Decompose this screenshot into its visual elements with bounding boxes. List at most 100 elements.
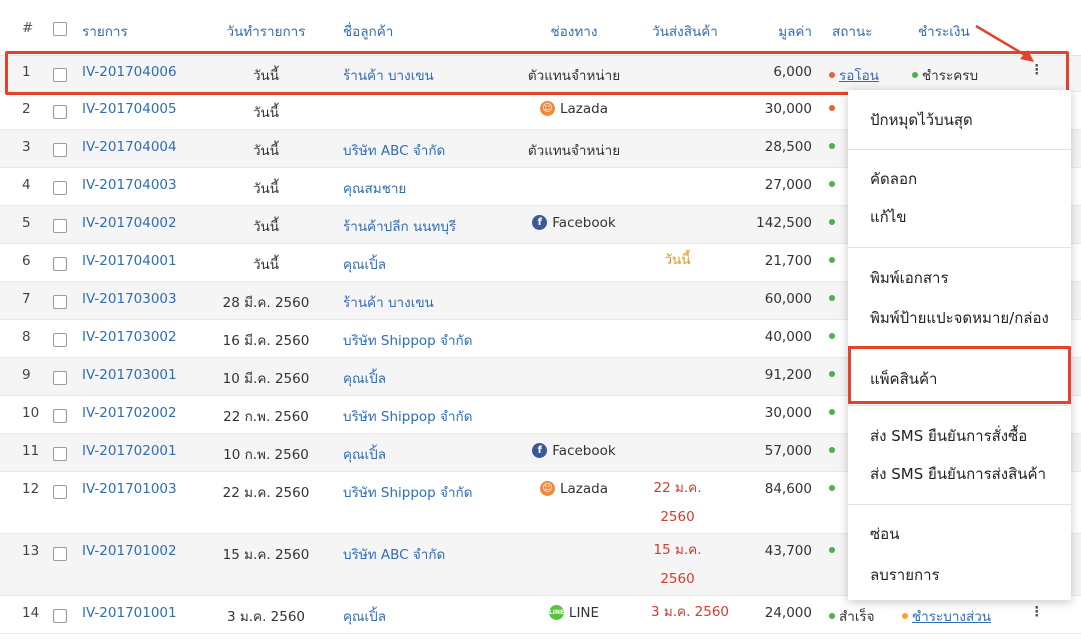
invoice-link[interactable]: IV-201701002 bbox=[82, 543, 177, 559]
menu-item-pack-goods[interactable]: แพ็คสินค้า bbox=[870, 367, 937, 391]
menu-item-sms-order[interactable]: ส่ง SMS ยืนยันการสั่งซื้อ bbox=[870, 424, 1027, 448]
payment-link[interactable]: ชำระบางส่วน bbox=[912, 609, 991, 625]
invoice-link[interactable]: IV-201704006 bbox=[82, 64, 177, 80]
customer-link[interactable]: ร้านค้า บางเขน bbox=[343, 64, 434, 86]
header-payment[interactable]: ชำระเงิน bbox=[918, 20, 970, 42]
row-checkbox[interactable] bbox=[53, 371, 67, 385]
menu-divider bbox=[848, 346, 1071, 347]
row-checkbox[interactable] bbox=[53, 447, 67, 461]
customer-link[interactable]: คุณเปิ้ล bbox=[343, 605, 386, 627]
status-link[interactable]: รอโอน bbox=[839, 68, 879, 84]
invoice-link[interactable]: IV-201704005 bbox=[82, 101, 177, 117]
menu-item-sms-shipping[interactable]: ส่ง SMS ยืนยันการส่งสินค้า bbox=[870, 462, 1046, 486]
header-value[interactable]: มูลค่า bbox=[730, 20, 812, 42]
invoice-link[interactable]: IV-201703003 bbox=[82, 291, 177, 307]
row-number: 14 bbox=[22, 605, 40, 621]
order-date: วันนี้ bbox=[252, 257, 280, 273]
row-number: 7 bbox=[22, 291, 31, 307]
row-checkbox[interactable] bbox=[53, 609, 67, 623]
order-date: 22 ม.ค. 2560 bbox=[222, 485, 310, 501]
menu-item-print-label[interactable]: พิมพ์ป้ายแปะจดหมาย/กล่อง bbox=[870, 306, 1049, 330]
row-actions-menu: ปักหมุดไว้บนสุด คัดลอก แก้ไข พิมพ์เอกสาร… bbox=[848, 90, 1071, 600]
customer-link[interactable]: บริษัท Shippop จำกัด bbox=[343, 405, 472, 427]
order-value: 84,600 bbox=[764, 481, 812, 497]
order-value: 91,200 bbox=[764, 367, 812, 383]
order-value: 24,000 bbox=[764, 605, 812, 621]
menu-divider bbox=[848, 247, 1071, 248]
status-badge bbox=[829, 367, 839, 383]
status-dot-icon bbox=[829, 409, 835, 415]
channel-label: Facebook bbox=[552, 443, 616, 459]
invoice-link[interactable]: IV-201704003 bbox=[82, 177, 177, 193]
payment-badge[interactable]: ชำระบางส่วน bbox=[902, 605, 991, 627]
order-date: วันนี้ bbox=[252, 68, 280, 84]
ship-date: 3 ม.ค. 2560 bbox=[650, 604, 730, 620]
table-row[interactable]: 14 IV-201701001 3 ม.ค. 2560 คุณเปิ้ล LIN… bbox=[0, 596, 1081, 634]
customer-link[interactable]: บริษัท Shippop จำกัด bbox=[343, 481, 472, 503]
channel: f Facebook bbox=[515, 214, 633, 231]
row-checkbox[interactable] bbox=[53, 295, 67, 309]
invoice-link[interactable]: IV-201703002 bbox=[82, 329, 177, 345]
row-checkbox[interactable] bbox=[53, 105, 67, 119]
status-dot-icon bbox=[829, 181, 835, 187]
customer-link[interactable]: คุณเปิ้ล bbox=[343, 253, 386, 275]
menu-item-hide[interactable]: ซ่อน bbox=[870, 522, 899, 546]
row-checkbox[interactable] bbox=[53, 143, 67, 157]
order-date: 10 ก.พ. 2560 bbox=[223, 447, 309, 463]
menu-item-delete[interactable]: ลบรายการ bbox=[870, 563, 940, 587]
customer-link[interactable]: คุณสมชาย bbox=[343, 177, 406, 199]
select-all-checkbox[interactable] bbox=[53, 22, 67, 36]
invoice-link[interactable]: IV-201704004 bbox=[82, 139, 177, 155]
status-badge[interactable]: รอโอน bbox=[829, 64, 879, 86]
invoice-link[interactable]: IV-201701001 bbox=[82, 605, 177, 621]
order-value: 43,700 bbox=[764, 543, 812, 559]
row-checkbox[interactable] bbox=[53, 409, 67, 423]
ship-date-line1: 22 ม.ค. bbox=[653, 480, 702, 496]
row-number: 10 bbox=[22, 405, 40, 421]
order-value: 28,500 bbox=[764, 139, 812, 155]
ship-date: 22 ม.ค. 2560 bbox=[640, 474, 715, 532]
menu-item-edit[interactable]: แก้ไข bbox=[870, 205, 907, 229]
row-checkbox[interactable] bbox=[53, 485, 67, 499]
header-customer[interactable]: ชื่อลูกค้า bbox=[343, 20, 393, 42]
more-options-icon[interactable]: ⋮ bbox=[1030, 604, 1044, 620]
customer-link[interactable]: บริษัท ABC จำกัด bbox=[343, 139, 445, 161]
status-badge bbox=[829, 291, 839, 307]
invoice-link[interactable]: IV-201704001 bbox=[82, 253, 177, 269]
customer-link[interactable]: บริษัท ABC จำกัด bbox=[343, 543, 445, 565]
header-ship-date[interactable]: วันส่งสินค้า bbox=[640, 20, 730, 42]
header-status[interactable]: สถานะ bbox=[832, 20, 872, 42]
row-checkbox[interactable] bbox=[53, 333, 67, 347]
menu-item-pin-top[interactable]: ปักหมุดไว้บนสุด bbox=[870, 108, 973, 132]
row-checkbox[interactable] bbox=[53, 68, 67, 82]
row-number: 4 bbox=[22, 177, 31, 193]
customer-link[interactable]: คุณเปิ้ล bbox=[343, 443, 386, 465]
header-num: # bbox=[22, 20, 34, 36]
table-row[interactable]: 1 IV-201704006 วันนี้ ร้านค้า บางเขน ตัว… bbox=[0, 56, 1081, 92]
header-item[interactable]: รายการ bbox=[82, 20, 128, 42]
row-checkbox[interactable] bbox=[53, 181, 67, 195]
row-checkbox[interactable] bbox=[53, 547, 67, 561]
invoice-link[interactable]: IV-201704002 bbox=[82, 215, 177, 231]
order-value: 57,000 bbox=[764, 443, 812, 459]
header-channel[interactable]: ช่องทาง bbox=[515, 20, 633, 42]
ship-date: วันนี้ bbox=[664, 252, 691, 268]
customer-link[interactable]: ร้านค้า บางเขน bbox=[343, 291, 434, 313]
row-checkbox[interactable] bbox=[53, 257, 67, 271]
row-checkbox[interactable] bbox=[53, 219, 67, 233]
ship-date: 15 ม.ค. 2560 bbox=[640, 536, 715, 594]
status-badge[interactable] bbox=[829, 101, 839, 117]
customer-link[interactable]: บริษัท Shippop จำกัด bbox=[343, 329, 472, 351]
header-date[interactable]: วันทำรายการ bbox=[200, 20, 332, 42]
invoice-link[interactable]: IV-201701003 bbox=[82, 481, 177, 497]
customer-link[interactable]: คุณเปิ้ล bbox=[343, 367, 386, 389]
order-date: 16 มี.ค. 2560 bbox=[222, 333, 310, 349]
status-dot-icon bbox=[829, 105, 835, 111]
row-number: 8 bbox=[22, 329, 31, 345]
invoice-link[interactable]: IV-201702002 bbox=[82, 405, 177, 421]
invoice-link[interactable]: IV-201703001 bbox=[82, 367, 177, 383]
menu-item-copy[interactable]: คัดลอก bbox=[870, 167, 917, 191]
customer-link[interactable]: ร้านค้าปลีก นนทบุรี bbox=[343, 215, 456, 237]
invoice-link[interactable]: IV-201702001 bbox=[82, 443, 177, 459]
menu-item-print-document[interactable]: พิมพ์เอกสาร bbox=[870, 266, 949, 290]
